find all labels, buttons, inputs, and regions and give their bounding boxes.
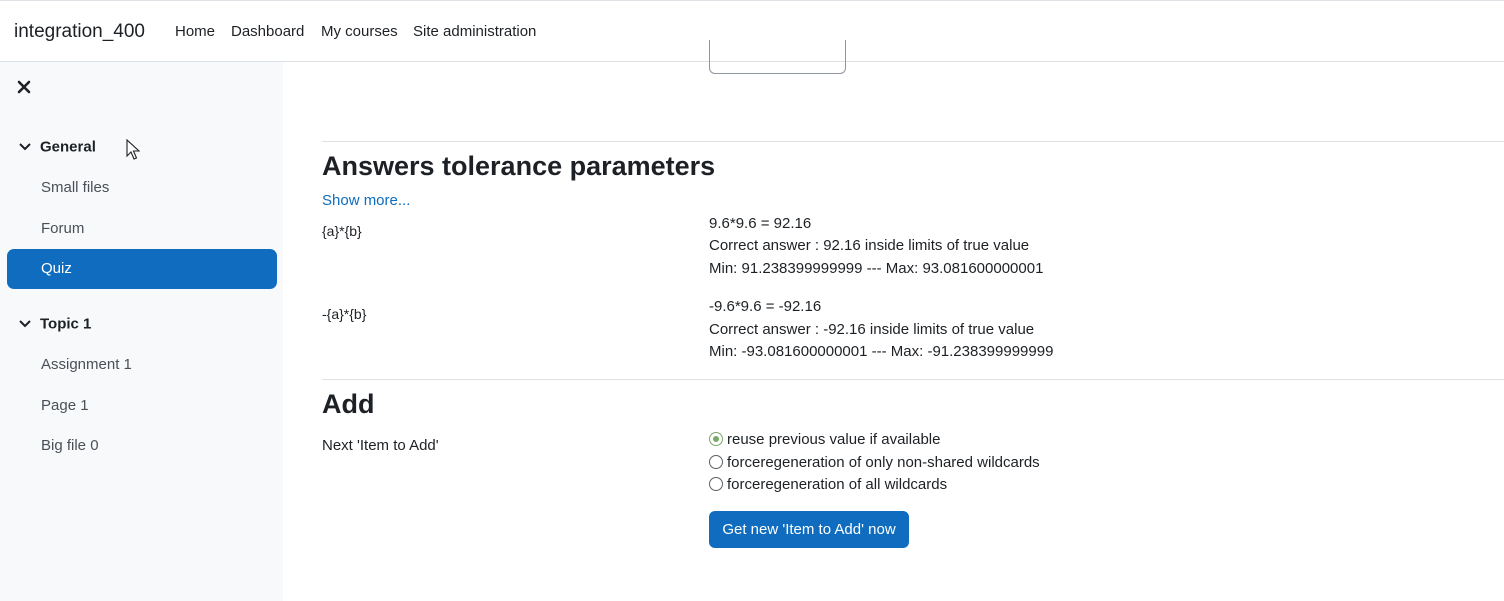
course-item-page-1[interactable]: Page 1 — [41, 397, 89, 414]
course-item-small-files[interactable]: Small files — [41, 179, 109, 196]
nav-dashboard[interactable]: Dashboard — [231, 23, 304, 40]
section-general[interactable]: General — [18, 138, 96, 156]
section-title[interactable]: Topic 1 — [40, 316, 91, 333]
show-more-link[interactable]: Show more... — [322, 192, 410, 209]
divider — [322, 141, 1504, 142]
tolerance-line: -9.6*9.6 = -92.16 — [709, 298, 822, 315]
radio-label[interactable]: reuse previous value if available — [727, 431, 940, 448]
chevron-down-icon[interactable] — [18, 319, 32, 329]
formula-label: -{a}*{b} — [322, 306, 367, 322]
course-item-quiz[interactable]: Quiz — [7, 249, 277, 289]
nav-home[interactable]: Home — [175, 23, 215, 40]
tolerance-line: 9.6*9.6 = 92.16 — [709, 215, 812, 232]
next-item-label: Next 'Item to Add' — [322, 437, 439, 454]
tolerance-line: Min: -93.081600000001 --- Max: -91.23839… — [709, 343, 1054, 360]
radio-button[interactable] — [709, 477, 723, 491]
tolerance-line: Correct answer : 92.16 inside limits of … — [709, 237, 1030, 254]
nav-site-administration[interactable]: Site administration — [413, 23, 536, 40]
course-item-big-file-0[interactable]: Big file 0 — [41, 437, 99, 454]
course-item-forum[interactable]: Forum — [41, 220, 84, 237]
radio-button[interactable] — [709, 455, 723, 469]
site-name[interactable]: integration_400 — [14, 21, 145, 43]
get-new-item-button[interactable]: Get new 'Item to Add' now — [709, 511, 909, 548]
course-item-assignment-1[interactable]: Assignment 1 — [41, 356, 132, 373]
section-title[interactable]: General — [40, 139, 96, 156]
tolerance-heading: Answers tolerance parameters — [322, 151, 716, 181]
tolerance-line: Min: 91.238399999999 --- Max: 93.0816000… — [709, 260, 1044, 277]
radio-label[interactable]: forceregeneration of only non-shared wil… — [727, 454, 1040, 471]
radio-label[interactable]: forceregeneration of all wildcards — [727, 476, 947, 493]
add-heading: Add — [322, 389, 375, 419]
chevron-down-icon[interactable] — [18, 142, 32, 152]
mouse-cursor-icon — [126, 139, 140, 160]
course-item-label: Quiz — [41, 260, 72, 277]
formula-label: {a}*{b} — [322, 223, 362, 239]
radio-button[interactable] — [709, 432, 723, 446]
close-icon[interactable] — [17, 80, 31, 94]
tolerance-line: Correct answer : -92.16 inside limits of… — [709, 321, 1035, 338]
partial-button[interactable] — [709, 40, 846, 74]
divider — [322, 379, 1504, 380]
nav-my-courses[interactable]: My courses — [321, 23, 398, 40]
section-topic-1[interactable]: Topic 1 — [18, 315, 91, 333]
